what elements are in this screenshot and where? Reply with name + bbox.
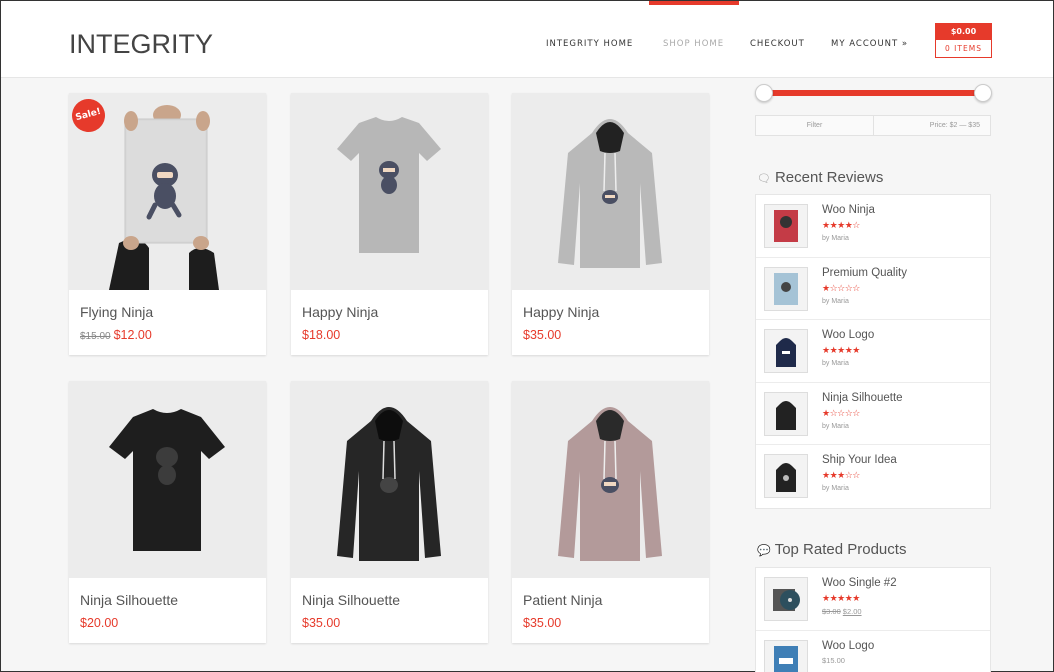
top-rated-label: Top Rated Products [774, 541, 907, 558]
product-name[interactable]: Patient Ninja [523, 592, 602, 608]
nav-active-indicator [649, 1, 739, 5]
product-image[interactable] [291, 93, 488, 290]
price-range-label: Price: $2 — $35 [929, 122, 980, 129]
star-rating: ★☆☆☆☆ [822, 283, 860, 294]
list-item[interactable]: Woo Ninja ★★★★☆ by Maria [756, 195, 990, 258]
review-author: by Maria [822, 235, 849, 242]
review-product-name[interactable]: Woo Ninja [822, 204, 875, 216]
product-thumbnail[interactable] [764, 204, 808, 248]
cart-total: $0.00 [936, 24, 991, 40]
price-slider-max-handle[interactable] [974, 84, 992, 102]
list-item[interactable]: Premium Quality ★☆☆☆☆ by Maria [756, 258, 990, 321]
review-product-name[interactable]: Woo Logo [822, 329, 874, 341]
site-header: INTEGRITY INTEGRITY HOME SHOP HOME CHECK… [1, 1, 1053, 78]
price-slider-min-handle[interactable] [755, 84, 773, 102]
product-name[interactable]: Happy Ninja [302, 304, 378, 320]
product-price: $35.00 [523, 328, 562, 342]
top-rated-product-name[interactable]: Woo Single #2 [822, 577, 897, 589]
product-price: $18.00 [302, 328, 341, 342]
review-author: by Maria [822, 360, 849, 368]
product-sale-price: $12.00 [113, 328, 152, 342]
review-product-name[interactable]: Ninja Silhouette [822, 392, 903, 404]
product-thumbnail[interactable] [764, 639, 808, 672]
product-name[interactable]: Ninja Silhouette [80, 592, 178, 608]
top-rated-list: Woo Single #2 ★★★★★ $3.00 $2.00 Woo Logo … [755, 567, 991, 672]
product-card[interactable]: Ninja Silhouette $20.00 [69, 381, 266, 643]
star-rating: ★☆☆☆☆ [822, 408, 860, 419]
top-rated-price: $15.00 [822, 655, 845, 665]
star-rating: ★★★★☆ [822, 221, 860, 231]
product-card[interactable]: Happy Ninja $18.00 [291, 93, 488, 355]
product-name[interactable]: Flying Ninja [80, 304, 153, 320]
product-old-price: $15.00 [80, 331, 111, 342]
product-price: $15.00 $12.00 [80, 328, 152, 342]
product-thumbnail[interactable] [764, 329, 808, 374]
review-product-name[interactable]: Ship Your Idea [822, 454, 897, 466]
recent-reviews-title: 🗨 Recent Reviews [757, 169, 883, 186]
cart-button[interactable]: $0.00 0 ITEMS [935, 23, 992, 58]
product-card[interactable]: Sale! Flying Ninja $15.00 $12.00 [68, 93, 266, 355]
product-thumbnail[interactable] [764, 577, 808, 621]
nav-shop-home[interactable]: SHOP HOME [663, 39, 724, 49]
comments-icon: 🗨 [757, 173, 771, 185]
review-author: by Maria [822, 297, 849, 305]
comment-icon: 💬 [757, 545, 771, 557]
star-rating: ★★★★★ [822, 594, 860, 604]
review-author: by Maria [822, 422, 849, 430]
site-logo[interactable]: INTEGRITY [69, 29, 213, 60]
product-image[interactable] [69, 381, 266, 578]
recent-reviews-list: Woo Ninja ★★★★☆ by Maria Premium Quality… [755, 194, 991, 509]
top-rated-price: $3.00 $2.00 [822, 607, 862, 616]
product-price: $35.00 [302, 616, 341, 630]
product-thumbnail[interactable] [764, 454, 808, 499]
product-price: $35.00 [523, 616, 562, 630]
recent-reviews-label: Recent Reviews [774, 169, 884, 186]
review-author: by Maria [822, 485, 849, 493]
cart-item-count: 0 ITEMS [945, 44, 982, 53]
filter-button[interactable]: Filter [756, 116, 874, 135]
product-image[interactable] [291, 381, 488, 578]
top-rated-title: 💬 Top Rated Products [757, 541, 906, 558]
list-item[interactable]: Woo Logo $15.00 [756, 631, 990, 672]
product-thumbnail[interactable] [764, 266, 808, 311]
top-rated-product-name[interactable]: Woo Logo [822, 640, 874, 652]
star-rating: ★★★☆☆ [822, 471, 860, 482]
price-filter: Filter Price: $2 — $35 [755, 115, 991, 136]
product-image[interactable] [512, 93, 709, 290]
product-thumbnail[interactable] [764, 391, 808, 436]
list-item[interactable]: Woo Single #2 ★★★★★ $3.00 $2.00 [756, 568, 990, 631]
product-card[interactable]: Happy Ninja $35.00 [512, 93, 709, 355]
star-rating: ★★★★★ [822, 346, 860, 357]
product-card[interactable]: Ninja Silhouette $35.00 [291, 381, 488, 643]
product-name[interactable]: Ninja Silhouette [302, 592, 400, 608]
sale-price: $2.00 [842, 607, 862, 616]
price-slider-range [763, 90, 984, 96]
list-item[interactable]: Ship Your Idea ★★★☆☆ by Maria [756, 445, 990, 508]
list-item[interactable]: Woo Logo ★★★★★ by Maria [756, 320, 990, 383]
review-product-name[interactable]: Premium Quality [822, 267, 907, 279]
old-price: $3.00 [822, 607, 841, 616]
list-item[interactable]: Ninja Silhouette ★☆☆☆☆ by Maria [756, 383, 990, 446]
product-image[interactable] [512, 381, 709, 578]
nav-checkout[interactable]: CHECKOUT [750, 39, 805, 49]
nav-my-account[interactable]: MY ACCOUNT » [831, 39, 908, 49]
nav-integrity-home[interactable]: INTEGRITY HOME [546, 39, 633, 49]
product-card[interactable]: Patient Ninja $35.00 [512, 381, 709, 643]
product-name[interactable]: Happy Ninja [523, 304, 599, 320]
product-price: $20.00 [80, 616, 119, 630]
